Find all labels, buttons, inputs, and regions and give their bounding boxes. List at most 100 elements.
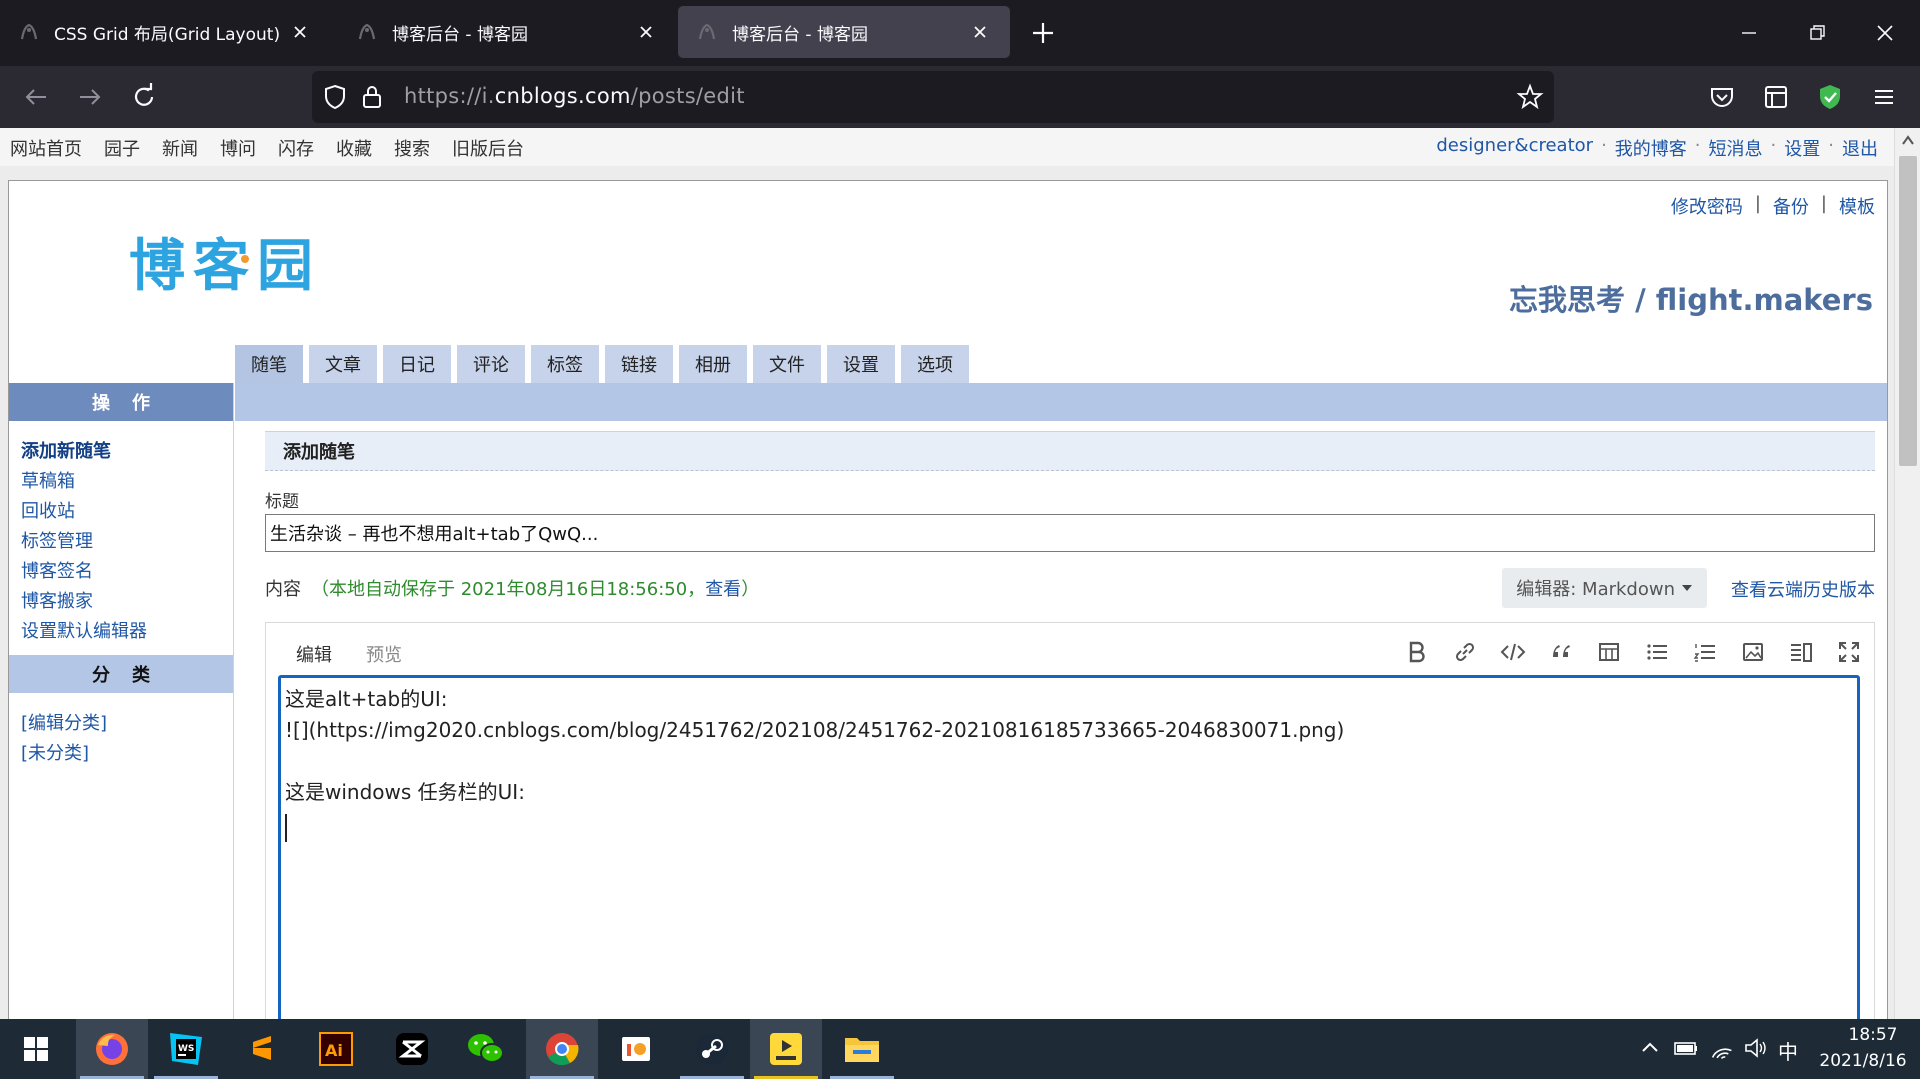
messages-link[interactable]: 短消息 (1709, 135, 1763, 161)
bold-icon[interactable] (1402, 637, 1432, 667)
tab-albums[interactable]: 相册 (679, 345, 747, 383)
sidebar-item-new-post[interactable]: 添加新随笔 (21, 437, 233, 467)
taskbar-sublime[interactable] (226, 1019, 298, 1079)
start-button[interactable] (0, 1019, 72, 1079)
close-tab-icon[interactable] (634, 20, 658, 44)
user-name-link[interactable]: designer&creator (1436, 135, 1593, 161)
tab-diary[interactable]: 日记 (383, 345, 451, 383)
tab-files[interactable]: 文件 (753, 345, 821, 383)
editor-type-dropdown[interactable]: 编辑器: Markdown (1502, 568, 1707, 608)
taskbar-illustrator[interactable]: Ai (300, 1019, 372, 1079)
taskbar-steam[interactable] (676, 1019, 748, 1079)
sidebar-item-blog-signature[interactable]: 博客签名 (21, 557, 233, 587)
scrollbar-thumb[interactable] (1899, 156, 1917, 466)
tracking-shield-icon[interactable] (322, 83, 348, 111)
taskbar-firefox[interactable] (76, 1019, 148, 1079)
hamburger-menu-icon[interactable] (1868, 81, 1900, 113)
cnblogs-logo[interactable]: 博客园 (129, 221, 321, 302)
nav-link-garden[interactable]: 园子 (104, 135, 140, 161)
taskbar-file-explorer[interactable] (826, 1019, 898, 1079)
code-icon[interactable] (1498, 637, 1528, 667)
lock-icon[interactable] (360, 83, 384, 111)
back-arrow-icon[interactable] (20, 81, 52, 113)
tab-settings[interactable]: 设置 (827, 345, 895, 383)
close-tab-icon[interactable] (968, 20, 992, 44)
sidebar-item-recycle-bin[interactable]: 回收站 (21, 497, 233, 527)
sidebar-item-drafts[interactable]: 草稿箱 (21, 467, 233, 497)
browser-tab-blog-admin-1[interactable]: 博客后台 - 博客园 (338, 6, 676, 58)
post-title-input[interactable]: 生活杂谈 – 再也不想用alt+tab了QwQ... (265, 514, 1875, 552)
restore-window-icon[interactable] (1800, 16, 1834, 50)
taskbar-wechat[interactable] (450, 1019, 522, 1079)
sidebar-item-edit-category[interactable]: [编辑分类] (21, 709, 233, 739)
bookmark-star-icon[interactable] (1516, 83, 1544, 111)
logout-link[interactable]: 退出 (1842, 135, 1878, 161)
link-icon[interactable] (1450, 637, 1480, 667)
sidebar-item-blog-move[interactable]: 博客搬家 (21, 587, 233, 617)
taskbar-player[interactable] (750, 1019, 822, 1079)
scroll-up-arrow-icon[interactable] (1901, 134, 1915, 146)
my-blog-link[interactable]: 我的博客 (1615, 135, 1687, 161)
template-link[interactable]: 模板 (1839, 193, 1875, 219)
clock-time[interactable]: 18:57 (1838, 1025, 1908, 1045)
minimize-window-icon[interactable] (1732, 16, 1766, 50)
close-tab-icon[interactable] (288, 20, 312, 44)
forward-arrow-icon[interactable] (74, 81, 106, 113)
input-method-indicator[interactable]: 中 (1778, 1036, 1798, 1065)
tab-preview[interactable]: 预览 (366, 641, 402, 667)
tab-comments[interactable]: 评论 (457, 345, 525, 383)
tab-options[interactable]: 选项 (901, 345, 969, 383)
wifi-icon[interactable] (1708, 1034, 1736, 1062)
fullscreen-icon[interactable] (1834, 637, 1864, 667)
url-text[interactable]: https://i.cnblogs.com/posts/edit (404, 84, 745, 108)
tab-edit[interactable]: 编辑 (296, 641, 332, 667)
nav-link-search[interactable]: 搜索 (394, 135, 430, 161)
battery-icon[interactable] (1672, 1034, 1700, 1062)
nav-link-favorites[interactable]: 收藏 (336, 135, 372, 161)
taskbar-capcut[interactable] (376, 1019, 448, 1079)
reload-icon[interactable] (128, 81, 160, 113)
nav-link-flash[interactable]: 闪存 (278, 135, 314, 161)
cloud-history-link[interactable]: 查看云端历史版本 (1731, 576, 1875, 602)
reader-view-icon[interactable] (1760, 81, 1792, 113)
taskbar-webstorm[interactable]: WS (150, 1019, 222, 1079)
split-view-icon[interactable] (1786, 637, 1816, 667)
user-links: designer&creator · 我的博客 · 短消息 · 设置 · 退出 (1436, 135, 1878, 161)
ordered-list-icon[interactable] (1690, 637, 1720, 667)
backup-link[interactable]: 备份 (1773, 193, 1809, 219)
new-tab-plus-icon[interactable] (1028, 18, 1058, 48)
browser-tab-css-grid[interactable]: CSS Grid 布局(Grid Layout)完全 (0, 6, 330, 58)
tab-articles[interactable]: 文章 (309, 345, 377, 383)
browser-tab-blog-admin-active[interactable]: 博客后台 - 博客园 (678, 6, 1010, 58)
markdown-content-textarea[interactable]: 这是alt+tab的UI: ![](https://img2020.cnblog… (278, 675, 1860, 1019)
url-bar[interactable]: https://i.cnblogs.com/posts/edit (312, 71, 1554, 123)
nav-link-home[interactable]: 网站首页 (10, 135, 82, 161)
change-password-link[interactable]: 修改密码 (1671, 193, 1743, 219)
taskbar-office[interactable] (600, 1019, 672, 1079)
blog-title[interactable]: 忘我思考 / flight.makers (1509, 277, 1873, 319)
quote-icon[interactable] (1546, 637, 1576, 667)
nav-link-qa[interactable]: 博问 (220, 135, 256, 161)
clock-date[interactable]: 2021/8/16 (1808, 1051, 1918, 1071)
sublime-icon (253, 1036, 271, 1060)
settings-link[interactable]: 设置 (1784, 135, 1820, 161)
tab-posts[interactable]: 随笔 (235, 345, 303, 383)
tab-tags[interactable]: 标签 (531, 345, 599, 383)
sidebar-item-tag-manage[interactable]: 标签管理 (21, 527, 233, 557)
table-icon[interactable] (1594, 637, 1624, 667)
unordered-list-icon[interactable] (1642, 637, 1672, 667)
autosave-view-link[interactable]: 查看 (705, 579, 741, 600)
tab-links[interactable]: 链接 (605, 345, 673, 383)
sidebar-item-uncategorized[interactable]: [未分类] (21, 739, 233, 769)
close-window-icon[interactable] (1868, 16, 1902, 50)
pocket-icon[interactable] (1706, 81, 1738, 113)
page-scrollbar[interactable] (1894, 128, 1920, 1019)
nav-link-old-admin[interactable]: 旧版后台 (452, 135, 524, 161)
extension-shield-icon[interactable] (1814, 81, 1846, 113)
volume-icon[interactable] (1742, 1034, 1770, 1062)
taskbar-chrome[interactable] (526, 1019, 598, 1079)
sidebar-item-default-editor[interactable]: 设置默认编辑器 (21, 617, 233, 647)
image-icon[interactable] (1738, 637, 1768, 667)
tray-chevron-up-icon[interactable] (1636, 1034, 1664, 1062)
nav-link-news[interactable]: 新闻 (162, 135, 198, 161)
